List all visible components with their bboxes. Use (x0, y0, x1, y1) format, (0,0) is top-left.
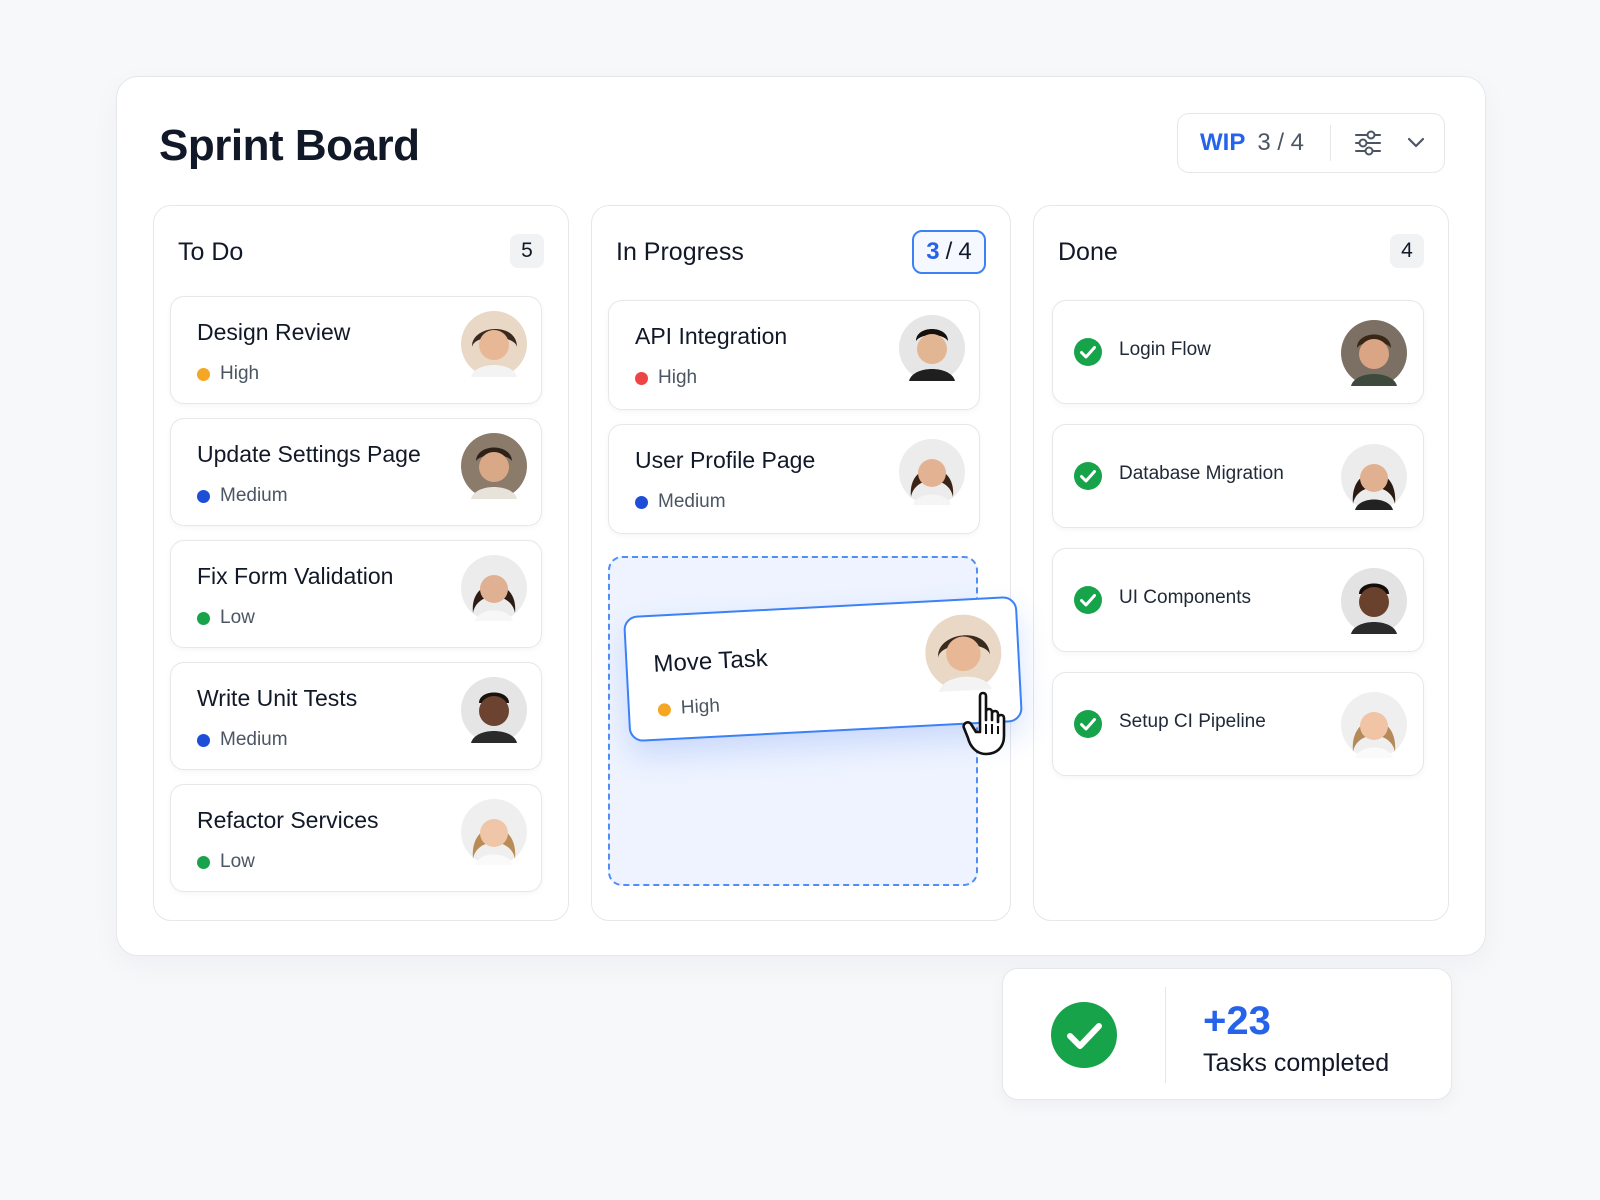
avatar (461, 677, 527, 743)
priority-tag: High (197, 363, 259, 385)
task-card[interactable]: Setup CI Pipeline (1052, 672, 1424, 776)
column-count-badge: 4 (1390, 234, 1424, 268)
priority-tag: Medium (197, 729, 288, 751)
stat-value: +23 (1203, 999, 1271, 1043)
task-title: User Profile Page (635, 447, 816, 473)
task-title: Login Flow (1119, 339, 1211, 360)
priority-tag: High (635, 367, 697, 389)
priority-dot-icon (635, 371, 648, 385)
wip-label: WIP (1200, 129, 1246, 156)
priority-tag: High (657, 695, 720, 720)
avatar (899, 439, 965, 505)
priority-tag: Medium (635, 491, 726, 513)
priority-tag: Low (197, 607, 255, 629)
priority-label: Medium (220, 729, 288, 750)
priority-dot-icon (197, 733, 210, 747)
task-title: UI Components (1119, 587, 1252, 608)
wip-count: 3 / 4 (1257, 129, 1305, 156)
priority-label: Low (220, 607, 255, 628)
priority-dot-icon (635, 495, 648, 509)
avatar (461, 555, 527, 621)
task-card[interactable]: Database Migration (1052, 424, 1424, 528)
column-todo: To Do 5 Design Review High Update Settin… (153, 205, 569, 921)
task-card[interactable]: Refactor Services Low (170, 784, 542, 892)
wip-current: 3 (926, 238, 940, 265)
stat-label: Tasks completed (1203, 1049, 1390, 1077)
task-title: Design Review (197, 319, 351, 345)
check-circle-icon (1051, 1002, 1117, 1068)
sprint-board: Sprint Board WIP 3 / 4 To Do 5 Design Re… (116, 76, 1486, 956)
priority-tag: Low (197, 851, 255, 873)
check-circle-icon (1074, 586, 1102, 614)
task-card[interactable]: UI Components (1052, 548, 1424, 652)
priority-dot-icon (657, 702, 672, 717)
avatar (1341, 320, 1407, 386)
priority-dot-icon (197, 489, 210, 503)
divider (1330, 125, 1332, 161)
task-card[interactable]: Design Review High (170, 296, 542, 404)
task-title: API Integration (635, 323, 788, 349)
check-circle-icon (1074, 462, 1102, 490)
priority-dot-icon (197, 611, 210, 625)
priority-label: High (680, 695, 721, 719)
avatar (899, 315, 965, 381)
column-done: Done 4 Login Flow Database Migration UI … (1033, 205, 1449, 921)
wip-control: WIP 3 / 4 (1177, 113, 1445, 173)
avatar (1341, 444, 1407, 510)
priority-label: Medium (220, 485, 288, 506)
page-title: Sprint Board (159, 121, 420, 170)
task-card[interactable]: Write Unit Tests Medium (170, 662, 542, 770)
avatar (461, 433, 527, 499)
wip-limit-badge: 3 / 4 (912, 230, 986, 274)
column-title: To Do (178, 238, 244, 266)
wip-indicator: WIP 3 / 4 (1178, 129, 1304, 157)
avatar (925, 614, 1002, 692)
tasks-completed-stat: +23 Tasks completed (1002, 968, 1452, 1100)
column-count-badge: 5 (510, 234, 544, 268)
task-card[interactable]: Login Flow (1052, 300, 1424, 404)
priority-label: Low (220, 851, 255, 872)
avatar (1341, 692, 1407, 758)
sliders-icon[interactable] (1353, 128, 1383, 158)
task-title: Setup CI Pipeline (1119, 711, 1266, 732)
task-title: Move Task (652, 644, 769, 678)
divider (1165, 987, 1166, 1083)
wip-max: 4 (958, 238, 972, 265)
column-title: In Progress (616, 238, 744, 266)
task-title: Refactor Services (197, 807, 379, 833)
priority-tag: Medium (197, 485, 288, 507)
wip-separator: / (945, 238, 953, 265)
task-card[interactable]: Update Settings Page Medium (170, 418, 542, 526)
priority-dot-icon (197, 855, 210, 869)
chevron-down-icon[interactable] (1401, 128, 1431, 158)
priority-label: High (220, 363, 260, 384)
priority-label: High (658, 367, 698, 388)
task-card[interactable]: User Profile Page Medium (608, 424, 980, 534)
task-title: Database Migration (1119, 463, 1284, 484)
avatar (1341, 568, 1407, 634)
avatar (461, 799, 527, 865)
task-card[interactable]: API Integration High (608, 300, 980, 410)
task-title: Update Settings Page (197, 441, 421, 467)
avatar (461, 311, 527, 377)
hand-cursor-icon (962, 691, 1006, 756)
task-title: Write Unit Tests (197, 685, 358, 711)
priority-dot-icon (197, 367, 210, 381)
check-circle-icon (1074, 338, 1102, 366)
board-controls (1353, 128, 1431, 158)
column-title: Done (1058, 238, 1118, 266)
priority-label: Medium (658, 491, 726, 512)
task-card[interactable]: Fix Form Validation Low (170, 540, 542, 648)
column-in-progress: In Progress 3 / 4 API Integration High U… (591, 205, 1011, 921)
check-circle-icon (1074, 710, 1102, 738)
task-title: Fix Form Validation (197, 563, 394, 589)
